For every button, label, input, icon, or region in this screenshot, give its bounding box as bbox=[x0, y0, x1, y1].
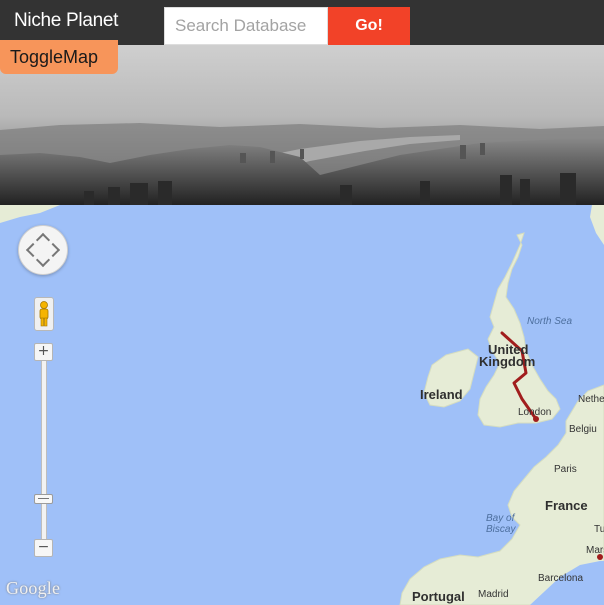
label-ireland: Ireland bbox=[420, 387, 463, 402]
pan-up-icon[interactable] bbox=[35, 232, 51, 248]
zoom-in-button[interactable]: + bbox=[34, 343, 53, 361]
street-view-pegman[interactable] bbox=[34, 297, 54, 331]
map-tiles[interactable] bbox=[0, 205, 604, 605]
toggle-map-button[interactable]: ToggleMap bbox=[0, 40, 118, 74]
label-bay-of: Bay of bbox=[486, 513, 515, 524]
zoom-slider-track[interactable] bbox=[41, 355, 47, 547]
pan-left-icon[interactable] bbox=[25, 242, 41, 258]
label-belgium: Belgiu bbox=[569, 424, 597, 435]
label-kingdom: Kingdom bbox=[479, 354, 536, 369]
label-portugal: Portugal bbox=[412, 589, 465, 604]
pegman-icon bbox=[39, 301, 49, 327]
label-london: London bbox=[518, 407, 552, 418]
pan-down-icon[interactable] bbox=[35, 252, 51, 268]
label-netherlands: Nethe bbox=[578, 394, 604, 405]
label-barcelona: Barcelona bbox=[538, 573, 584, 584]
brand-title[interactable]: Niche Planet bbox=[14, 10, 118, 32]
google-logo[interactable]: Google bbox=[6, 578, 60, 599]
top-navbar: Niche Planet Go! bbox=[0, 0, 604, 45]
label-france: France bbox=[545, 498, 588, 513]
zoom-out-button[interactable]: − bbox=[34, 539, 53, 557]
label-madrid: Madrid bbox=[478, 589, 509, 600]
map-view[interactable]: North Sea United Kingdom Ireland London … bbox=[0, 205, 604, 605]
zoom-slider-handle[interactable] bbox=[34, 494, 53, 504]
label-tu: Tu bbox=[594, 524, 604, 535]
go-button[interactable]: Go! bbox=[328, 7, 410, 45]
label-marseille: Marse bbox=[586, 545, 604, 556]
label-north-sea: North Sea bbox=[527, 316, 573, 327]
label-paris: Paris bbox=[554, 464, 577, 475]
pan-right-icon[interactable] bbox=[45, 242, 61, 258]
search-input[interactable] bbox=[164, 7, 328, 45]
pan-control[interactable] bbox=[18, 225, 68, 275]
label-biscay: Biscay bbox=[486, 524, 516, 535]
